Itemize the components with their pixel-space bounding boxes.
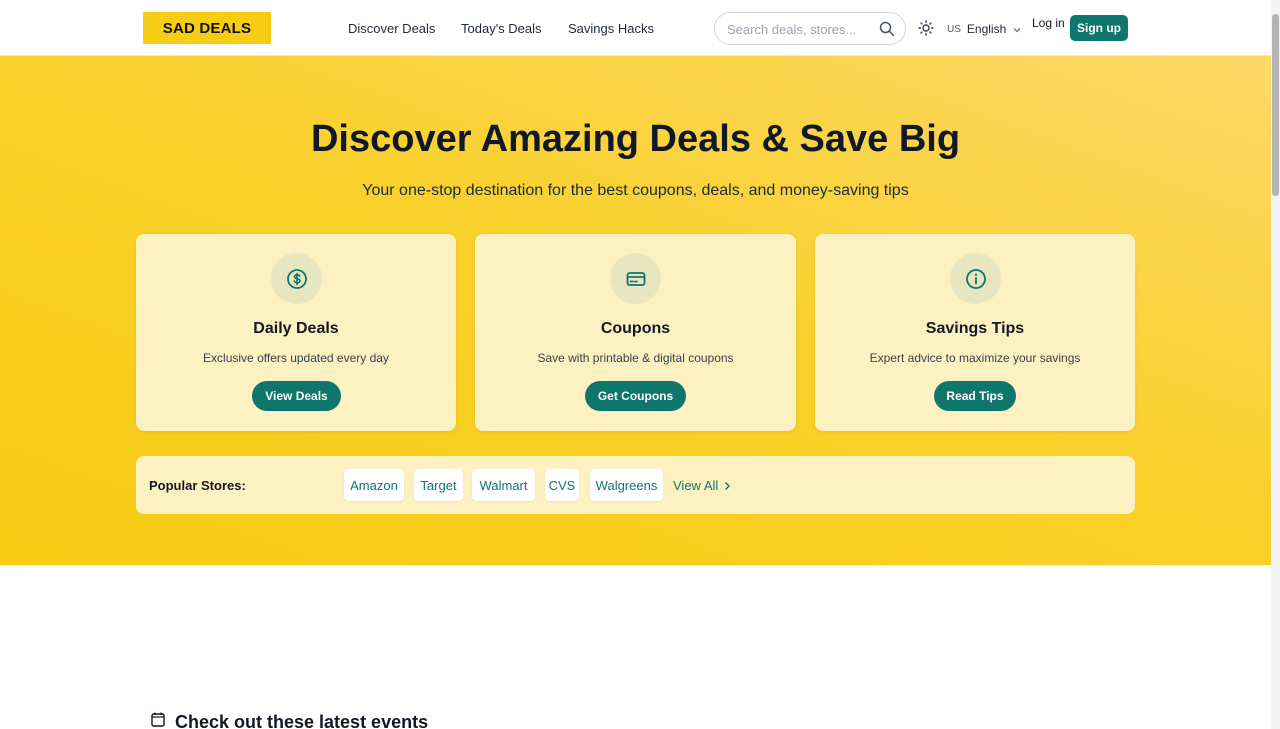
view-all-stores-link[interactable]: View All: [673, 478, 731, 493]
search-icon[interactable]: [879, 21, 895, 37]
chevron-down-icon: [1012, 24, 1022, 34]
card-description: Save with printable & digital coupons: [537, 351, 734, 365]
card-daily-deals: Daily Deals Exclusive offers updated eve…: [136, 234, 456, 431]
scrollbar-thumb[interactable]: [1272, 14, 1279, 196]
search-box: [714, 12, 906, 45]
dollar-circle-icon: [271, 253, 322, 304]
scrollbar[interactable]: [1271, 0, 1280, 729]
language-label: English: [966, 22, 1007, 36]
language-selector[interactable]: US English: [947, 22, 1022, 36]
popular-stores-bar: Popular Stores: Amazon Target Walmart CV…: [136, 456, 1135, 514]
store-chip-cvs[interactable]: CVS: [545, 469, 579, 501]
nav-savings-hacks[interactable]: Savings Hacks: [568, 21, 654, 36]
nav-discover-deals[interactable]: Discover Deals: [348, 21, 435, 36]
search-input[interactable]: [727, 20, 877, 38]
store-chip-walgreens[interactable]: Walgreens: [590, 469, 663, 501]
events-title: Check out these latest events: [175, 711, 429, 729]
sun-icon[interactable]: [918, 20, 934, 36]
logo[interactable]: SAD DEALS: [143, 12, 271, 44]
hero-title: Discover Amazing Deals & Save Big: [310, 118, 961, 160]
page: SAD DEALS Discover Deals Today's Deals S…: [0, 0, 1280, 729]
chevron-right-icon: [725, 481, 731, 490]
view-deals-button[interactable]: View Deals: [252, 381, 341, 411]
card-title: Coupons: [600, 320, 671, 337]
site-header: SAD DEALS Discover Deals Today's Deals S…: [0, 0, 1271, 56]
login-link[interactable]: Log in: [1032, 16, 1065, 30]
flag-label: US: [947, 23, 961, 35]
get-coupons-button[interactable]: Get Coupons: [585, 381, 686, 411]
card-description: Expert advice to maximize your savings: [869, 351, 1081, 365]
store-chip-amazon[interactable]: Amazon: [344, 469, 404, 501]
calendar-icon: [150, 711, 167, 729]
card-description: Exclusive offers updated every day: [203, 351, 389, 365]
hero-subtitle: Your one-stop destination for the best c…: [362, 182, 909, 199]
events-heading: Check out these latest events: [150, 711, 428, 729]
card-coupons: Coupons Save with printable & digital co…: [475, 234, 796, 431]
signup-button[interactable]: Sign up: [1070, 15, 1128, 41]
info-circle-icon: [950, 253, 1001, 304]
store-chip-target[interactable]: Target: [414, 469, 463, 501]
popular-stores-label: Popular Stores:: [149, 478, 246, 493]
view-all-label: View All: [673, 478, 719, 493]
card-savings-tips: Savings Tips Expert advice to maximize y…: [815, 234, 1135, 431]
hero-section: Discover Amazing Deals & Save Big Your o…: [0, 56, 1271, 565]
store-chip-walmart[interactable]: Walmart: [472, 469, 535, 501]
read-tips-button[interactable]: Read Tips: [934, 381, 1016, 411]
card-title: Daily Deals: [253, 320, 339, 337]
nav-todays-deals[interactable]: Today's Deals: [461, 21, 542, 36]
card-title: Savings Tips: [925, 320, 1025, 337]
credit-card-icon: [610, 253, 661, 304]
